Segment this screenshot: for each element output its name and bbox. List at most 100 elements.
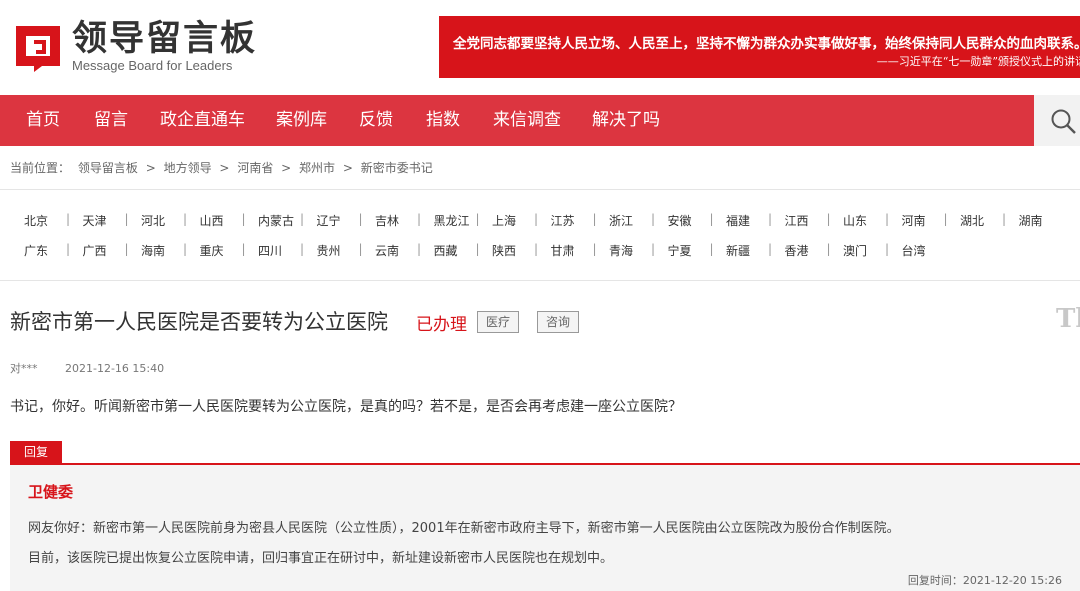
- reply-paragraph: 网友你好：新密市第一人民医院前身为密县人民医院（公立性质），2001年在新密市政…: [28, 521, 900, 536]
- region-separator: |: [826, 242, 831, 256]
- breadcrumb: 当前位置： 领导留言板 > 地方领导 > 河南省 > 郑州市 > 新密市委书记: [10, 159, 437, 176]
- region-separator: |: [358, 242, 363, 256]
- site-header: 领导留言板 Message Board for Leaders 全党同志都要坚持…: [0, 0, 1080, 95]
- region-link[interactable]: 山西: [200, 212, 224, 229]
- breadcrumb-separator: >: [219, 161, 230, 175]
- divider: [0, 280, 1080, 281]
- region-separator: |: [651, 212, 656, 226]
- region-link[interactable]: 青海: [609, 242, 633, 259]
- nav-item-message[interactable]: 留言: [94, 95, 128, 146]
- message-time: 2021-12-16 15:40: [65, 362, 165, 375]
- region-separator: |: [66, 212, 71, 226]
- region-separator: |: [592, 242, 597, 256]
- banner-attribution: ——习近平在“七一勋章”颁授仪式上的讲话: [876, 55, 1080, 68]
- region-link[interactable]: 四川: [258, 242, 282, 259]
- region-separator: |: [943, 212, 948, 226]
- region-separator: |: [1002, 212, 1007, 226]
- status-badge: 已办理: [416, 315, 467, 335]
- region-link[interactable]: 河北: [141, 212, 165, 229]
- nav-item-survey[interactable]: 来信调查: [493, 95, 561, 146]
- region-separator: |: [417, 212, 422, 226]
- region-link[interactable]: 广东: [24, 242, 48, 259]
- region-link[interactable]: 江西: [785, 212, 809, 229]
- breadcrumb-prefix: 当前位置：: [10, 161, 71, 175]
- region-separator: |: [300, 242, 305, 256]
- breadcrumb-item[interactable]: 郑州市: [299, 161, 335, 175]
- cropped-text: Th: [1056, 304, 1080, 334]
- region-link[interactable]: 澳门: [843, 242, 867, 259]
- region-link[interactable]: 海南: [141, 242, 165, 259]
- reply-paragraph: 目前，该医院已提出恢复公立医院申请，回归事宜正在研讨中，新址建设新密市人民医院也…: [28, 551, 614, 566]
- region-separator: |: [709, 242, 714, 256]
- nav-item-home[interactable]: 首页: [26, 95, 60, 146]
- breadcrumb-separator: >: [281, 161, 292, 175]
- breadcrumb-separator: >: [342, 161, 353, 175]
- region-separator: |: [885, 242, 890, 256]
- nav-item-index[interactable]: 指数: [426, 95, 460, 146]
- region-link[interactable]: 新疆: [726, 242, 750, 259]
- logo-title[interactable]: 领导留言板: [72, 20, 257, 58]
- region-separator: |: [300, 212, 305, 226]
- region-link[interactable]: 黑龙江: [434, 212, 470, 229]
- divider: [0, 189, 1080, 190]
- region-link[interactable]: 吉林: [375, 212, 399, 229]
- region-separator: |: [826, 212, 831, 226]
- search-icon: [1051, 109, 1076, 134]
- banner-slogan: 全党同志都要坚持人民立场、人民至上，坚持不懈为群众办实事做好事，始终保持同人民群…: [453, 36, 1080, 52]
- search-button[interactable]: [1034, 95, 1080, 146]
- main-nav: 首页 留言 政企直通车 案例库 反馈 指数 来信调查 解决了吗: [0, 95, 1080, 146]
- region-link[interactable]: 浙江: [609, 212, 633, 229]
- region-link[interactable]: 香港: [785, 242, 809, 259]
- region-separator: |: [358, 212, 363, 226]
- region-separator: |: [417, 242, 422, 256]
- region-link[interactable]: 内蒙古: [258, 212, 294, 229]
- reply-box: 卫健委 网友你好：新密市第一人民医院前身为密县人民医院（公立性质），2001年在…: [10, 463, 1080, 591]
- region-link[interactable]: 陕西: [492, 242, 516, 259]
- message-board-logo-icon[interactable]: [12, 22, 64, 74]
- nav-item-enterprise[interactable]: 政企直通车: [160, 95, 245, 146]
- nav-item-resolved[interactable]: 解决了吗: [592, 95, 660, 146]
- region-link[interactable]: 福建: [726, 212, 750, 229]
- region-link[interactable]: 重庆: [200, 242, 224, 259]
- region-separator: |: [66, 242, 71, 256]
- reply-label: 回复: [10, 441, 62, 463]
- region-link[interactable]: 贵州: [317, 242, 341, 259]
- region-separator: |: [124, 242, 129, 256]
- region-link[interactable]: 江苏: [551, 212, 575, 229]
- message-title: 新密市第一人民医院是否要转为公立医院: [10, 310, 388, 334]
- message-meta: 对*** 2021-12-16 15:40: [10, 360, 164, 376]
- region-link[interactable]: 安徽: [668, 212, 692, 229]
- region-separator: |: [241, 212, 246, 226]
- region-link[interactable]: 广西: [83, 242, 107, 259]
- slogan-banner: 全党同志都要坚持人民立场、人民至上，坚持不懈为群众办实事做好事，始终保持同人民群…: [439, 16, 1080, 78]
- breadcrumb-item[interactable]: 领导留言板: [78, 161, 138, 175]
- breadcrumb-item[interactable]: 新密市委书记: [361, 161, 433, 175]
- region-link[interactable]: 甘肃: [551, 242, 575, 259]
- nav-item-feedback[interactable]: 反馈: [359, 95, 393, 146]
- region-link[interactable]: 北京: [24, 212, 48, 229]
- breadcrumb-item[interactable]: 河南省: [237, 161, 273, 175]
- tag-medical[interactable]: 医疗: [477, 311, 520, 333]
- region-separator: |: [241, 242, 246, 256]
- region-link[interactable]: 上海: [492, 212, 516, 229]
- tag-consult[interactable]: 咨询: [537, 311, 580, 333]
- region-separator: |: [768, 242, 773, 256]
- region-link[interactable]: 宁夏: [668, 242, 692, 259]
- region-link[interactable]: 云南: [375, 242, 399, 259]
- region-link[interactable]: 湖北: [960, 212, 984, 229]
- region-separator: |: [534, 212, 539, 226]
- logo-subtitle: Message Board for Leaders: [72, 58, 233, 73]
- nav-item-cases[interactable]: 案例库: [276, 95, 327, 146]
- region-link[interactable]: 山东: [843, 212, 867, 229]
- region-link[interactable]: 台湾: [902, 242, 926, 259]
- region-separator: |: [651, 242, 656, 256]
- region-separator: |: [592, 212, 597, 226]
- region-link[interactable]: 西藏: [434, 242, 458, 259]
- breadcrumb-item[interactable]: 地方领导: [164, 161, 212, 175]
- region-link[interactable]: 湖南: [1019, 212, 1043, 229]
- message-content: 书记，你好。听闻新密市第一人民医院要转为公立医院，是真的吗？若不是，是否会再考虑…: [10, 399, 682, 415]
- region-list: 北京 | 天津 | 河北 | 山西 | 内蒙古 | 辽宁 | 吉林 | 黑龙江 | 上海 | 江苏 | 浙江 | 安徽 | 福建…: [0, 206, 1080, 266]
- region-link[interactable]: 辽宁: [317, 212, 341, 229]
- region-link[interactable]: 天津: [83, 212, 107, 229]
- region-link[interactable]: 河南: [902, 212, 926, 229]
